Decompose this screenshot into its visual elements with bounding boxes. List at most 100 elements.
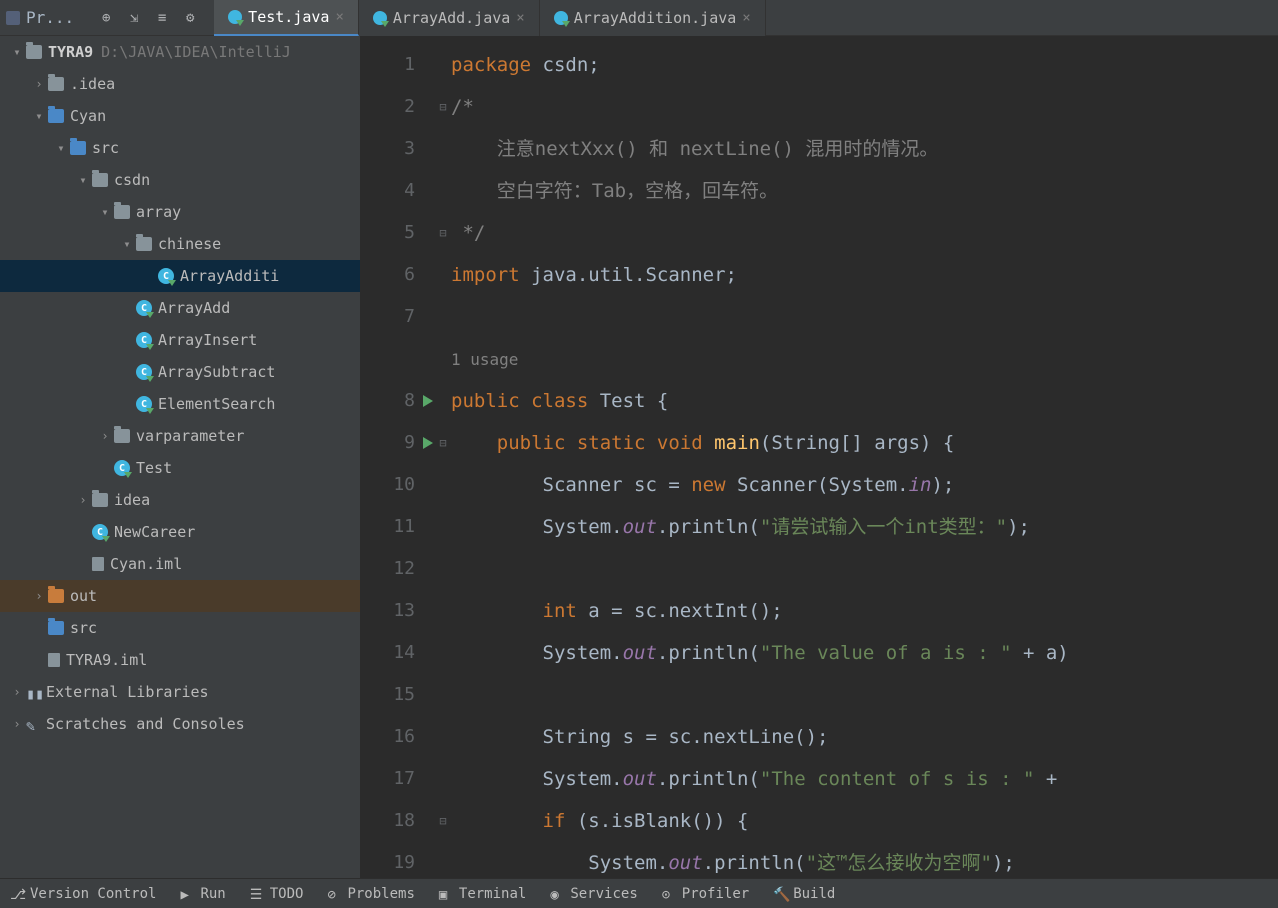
code-line[interactable]: String s = sc.nextLine(); [451, 716, 1278, 758]
toolwindow-todo[interactable]: ☰TODO [250, 886, 304, 902]
chevron-icon[interactable]: › [74, 493, 92, 507]
code-line[interactable] [451, 548, 1278, 590]
toolwindow-services[interactable]: ◉Services [550, 886, 637, 902]
settings-icon[interactable]: ⚙ [182, 10, 198, 26]
fold-marker[interactable] [435, 842, 451, 878]
fold-marker[interactable] [435, 632, 451, 674]
toolwindow-run[interactable]: ▶Run [180, 886, 225, 902]
code-line[interactable]: System.out.println("The value of a is : … [451, 632, 1278, 674]
code-line[interactable]: public class Test { [451, 380, 1278, 422]
chevron-icon[interactable]: ▾ [118, 237, 136, 251]
chevron-icon[interactable]: ▾ [96, 205, 114, 219]
code-line[interactable]: Scanner sc = new Scanner(System.in); [451, 464, 1278, 506]
tree-row[interactable]: ›✎Scratches and Consoles [0, 708, 360, 740]
fold-marker[interactable] [435, 380, 451, 422]
toolwindow-terminal[interactable]: ▣Terminal [439, 886, 526, 902]
fold-marker[interactable] [435, 170, 451, 212]
code-line[interactable]: int a = sc.nextInt(); [451, 590, 1278, 632]
chevron-icon[interactable]: › [96, 429, 114, 443]
code-editor[interactable]: 12345678910111213141516171819 ⊟⊟⊟⊟ packa… [360, 36, 1278, 878]
toolwindow-problems[interactable]: ⊘Problems [327, 886, 414, 902]
tab-arrayadd-java[interactable]: ArrayAdd.java× [359, 0, 540, 36]
chevron-icon[interactable]: ▾ [8, 45, 26, 59]
fold-marker[interactable] [435, 128, 451, 170]
toolwindow-build[interactable]: 🔨Build [773, 886, 835, 902]
tree-row[interactable]: TYRA9.iml [0, 644, 360, 676]
fold-marker[interactable] [435, 464, 451, 506]
code-line[interactable]: */ [451, 212, 1278, 254]
tree-row[interactable]: ›varparameter [0, 420, 360, 452]
tree-row[interactable]: ▾csdn [0, 164, 360, 196]
tree-row[interactable]: CNewCareer [0, 516, 360, 548]
tab-arrayaddition-java[interactable]: ArrayAddition.java× [540, 0, 766, 36]
fold-marker[interactable]: ⊟ [435, 86, 451, 128]
chevron-icon[interactable]: › [8, 717, 26, 731]
tree-row[interactable]: CElementSearch [0, 388, 360, 420]
expand-down-icon[interactable]: ⇲ [126, 10, 142, 26]
fold-marker[interactable] [435, 338, 451, 380]
tree-row[interactable]: ›.idea [0, 68, 360, 100]
project-selector[interactable]: Pr... [6, 8, 74, 27]
tree-row[interactable]: Cyan.iml [0, 548, 360, 580]
fold-marker[interactable]: ⊟ [435, 212, 451, 254]
fold-marker[interactable] [435, 506, 451, 548]
code-line[interactable] [451, 296, 1278, 338]
chevron-icon[interactable]: › [8, 685, 26, 699]
fold-marker[interactable] [435, 758, 451, 800]
toolwindow-profiler[interactable]: ⊙Profiler [662, 886, 749, 902]
tree-row[interactable]: ›idea [0, 484, 360, 516]
chevron-icon[interactable]: ▾ [52, 141, 70, 155]
close-icon[interactable]: × [516, 10, 524, 26]
fold-marker[interactable]: ⊟ [435, 422, 451, 464]
close-icon[interactable]: × [335, 9, 343, 25]
fold-marker[interactable] [435, 590, 451, 632]
tree-row[interactable]: ▾array [0, 196, 360, 228]
run-gutter-icon[interactable] [423, 437, 433, 449]
code-line[interactable]: /* [451, 86, 1278, 128]
tree-row[interactable]: CArrayInsert [0, 324, 360, 356]
project-tree[interactable]: ▾TYRA9D:\JAVA\IDEA\IntelliJ›.idea▾Cyan▾s… [0, 36, 360, 878]
code-line[interactable]: System.out.println("The content of s is … [451, 758, 1278, 800]
target-icon[interactable]: ⊕ [98, 10, 114, 26]
fold-marker[interactable] [435, 296, 451, 338]
fold-marker[interactable] [435, 254, 451, 296]
tree-row[interactable]: CTest [0, 452, 360, 484]
code-line[interactable]: if (s.isBlank()) { [451, 800, 1278, 842]
tree-row[interactable]: ▾chinese [0, 228, 360, 260]
code-line[interactable]: import java.util.Scanner; [451, 254, 1278, 296]
tree-row[interactable]: CArrayAdditi [0, 260, 360, 292]
fold-marker[interactable]: ⊟ [435, 800, 451, 842]
chevron-icon[interactable]: ▾ [30, 109, 48, 123]
fold-marker[interactable] [435, 548, 451, 590]
close-icon[interactable]: × [742, 10, 750, 26]
chevron-icon[interactable]: › [30, 589, 48, 603]
fold-marker[interactable] [435, 716, 451, 758]
code-line[interactable]: System.out.println("请尝试输入一个int类型："); [451, 506, 1278, 548]
code-line[interactable]: 注意nextXxx() 和 nextLine() 混用时的情况。 [451, 128, 1278, 170]
tree-row[interactable]: CArrayAdd [0, 292, 360, 324]
tree-row[interactable]: ›▮▮External Libraries [0, 676, 360, 708]
code-line[interactable]: public static void main(String[] args) { [451, 422, 1278, 464]
code-line[interactable] [451, 674, 1278, 716]
chevron-icon[interactable]: › [30, 77, 48, 91]
fold-marker[interactable] [435, 44, 451, 86]
tree-row[interactable]: ▾src [0, 132, 360, 164]
toolwindow-version-control[interactable]: ⎇Version Control [10, 886, 156, 902]
fold-marker[interactable] [435, 674, 451, 716]
line-number: 6 [360, 254, 435, 296]
run-gutter-icon[interactable] [423, 395, 433, 407]
collapse-icon[interactable]: ≡ [154, 10, 170, 26]
term-icon: ▣ [439, 887, 453, 901]
tree-row[interactable]: src [0, 612, 360, 644]
tab-test-java[interactable]: Test.java× [214, 0, 359, 36]
code-line[interactable]: 空白字符：Tab，空格，回车符。 [451, 170, 1278, 212]
tree-row[interactable]: ▾Cyan [0, 100, 360, 132]
code-line[interactable]: 1 usage [451, 338, 1278, 380]
tree-row[interactable]: CArraySubtract [0, 356, 360, 388]
code-content[interactable]: package csdn;/* 注意nextXxx() 和 nextLine()… [451, 36, 1278, 878]
code-line[interactable]: package csdn; [451, 44, 1278, 86]
code-line[interactable]: System.out.println("这™怎么接收为空啊"); [451, 842, 1278, 878]
tree-row[interactable]: ›out [0, 580, 360, 612]
tree-row[interactable]: ▾TYRA9D:\JAVA\IDEA\IntelliJ [0, 36, 360, 68]
chevron-icon[interactable]: ▾ [74, 173, 92, 187]
